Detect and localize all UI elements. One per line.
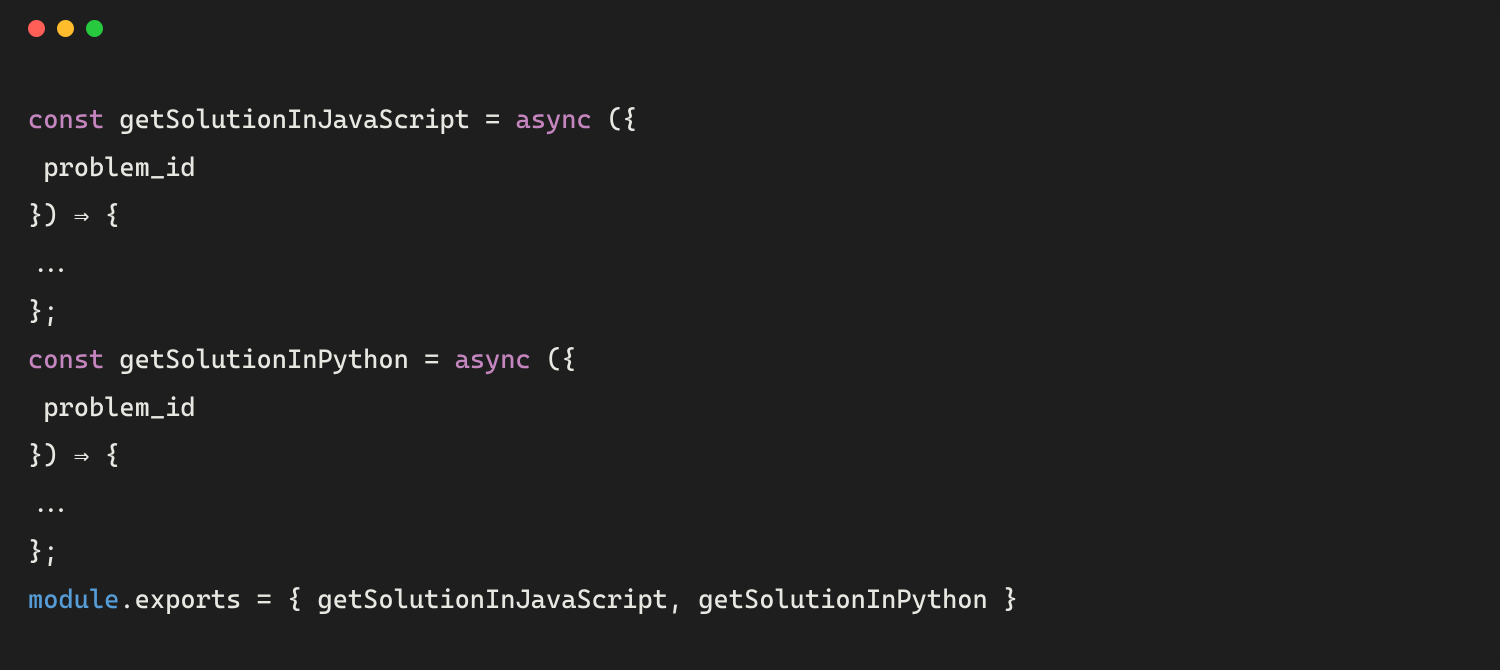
keyword-const: const bbox=[28, 105, 104, 135]
func-name-js: getSolutionInJavaScript bbox=[119, 105, 469, 135]
exports-prop: exports bbox=[135, 585, 242, 615]
close-destruct-arrow: }) ⇒ { bbox=[28, 201, 120, 231]
open-destruct: ({ bbox=[531, 345, 577, 375]
module-keyword: module bbox=[28, 585, 119, 615]
equals: = bbox=[409, 345, 455, 375]
window-titlebar bbox=[0, 0, 1500, 56]
maximize-icon[interactable] bbox=[86, 20, 103, 37]
ellipsis: ... bbox=[28, 249, 74, 279]
keyword-async: async bbox=[516, 105, 592, 135]
export-func-py: getSolutionInPython bbox=[698, 585, 987, 615]
minimize-icon[interactable] bbox=[57, 20, 74, 37]
dot: . bbox=[119, 585, 134, 615]
param-problem-id: problem_id bbox=[43, 393, 195, 423]
close-block: }; bbox=[28, 537, 58, 567]
code-block: const getSolutionInJavaScript = async ({… bbox=[0, 56, 1500, 652]
keyword-const: const bbox=[28, 345, 104, 375]
close-block: }; bbox=[28, 297, 58, 327]
code-window: const getSolutionInJavaScript = async ({… bbox=[0, 0, 1500, 670]
param-problem-id: problem_id bbox=[43, 153, 195, 183]
ellipsis: ... bbox=[28, 489, 74, 519]
close-destruct-arrow: }) ⇒ { bbox=[28, 441, 120, 471]
exports-close: } bbox=[988, 585, 1018, 615]
export-func-js: getSolutionInJavaScript bbox=[317, 585, 667, 615]
space bbox=[104, 345, 119, 375]
close-icon[interactable] bbox=[28, 20, 45, 37]
keyword-async: async bbox=[455, 345, 531, 375]
equals: = bbox=[470, 105, 516, 135]
func-name-py: getSolutionInPython bbox=[119, 345, 408, 375]
exports-sep: , bbox=[668, 585, 698, 615]
exports-open: = { bbox=[241, 585, 317, 615]
space bbox=[104, 105, 119, 135]
open-destruct: ({ bbox=[592, 105, 638, 135]
